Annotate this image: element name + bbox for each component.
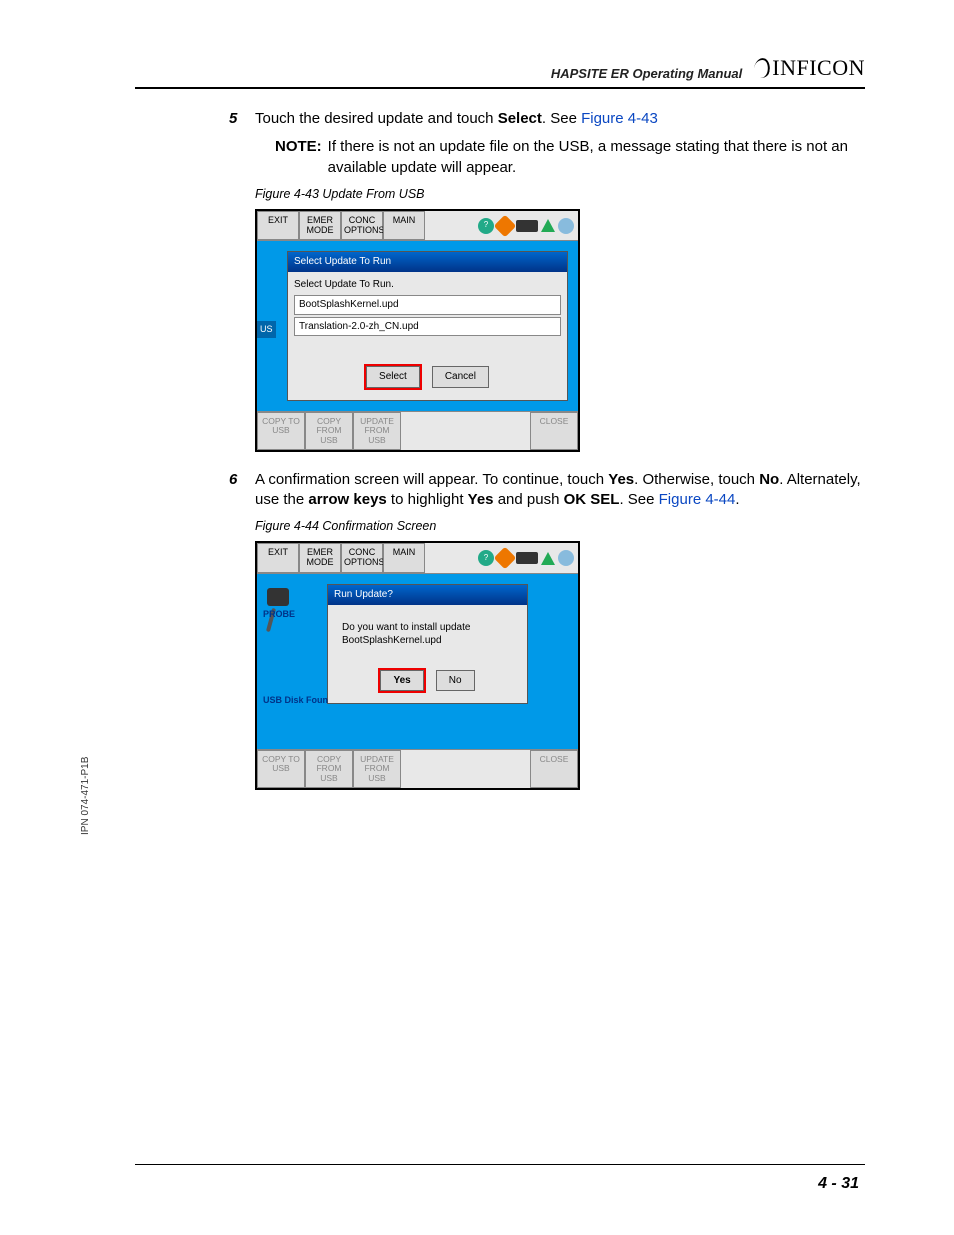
select-update-dialog: Select Update To Run Select Update To Ru… xyxy=(287,251,568,401)
exit-button[interactable]: EXIT xyxy=(257,211,299,241)
bottom-bar: COPY TO USB COPY FROM USB UPDATE FROM US… xyxy=(257,411,578,450)
note-block: NOTE: If there is not an update file on … xyxy=(275,137,865,178)
main-button[interactable]: MAIN xyxy=(383,211,425,241)
emer-mode-button[interactable]: EMER MODE xyxy=(299,543,341,573)
warning-icon xyxy=(541,219,555,232)
help-icon[interactable]: ? xyxy=(478,218,494,234)
brand-logo: INFICON xyxy=(754,55,865,81)
copy-to-usb-button[interactable]: COPY TO USB xyxy=(257,412,305,450)
select-button[interactable]: Select xyxy=(366,366,420,388)
probe-label: PROBE xyxy=(263,608,295,620)
copy-from-usb-button[interactable]: COPY FROM USB xyxy=(305,412,353,450)
main-button[interactable]: MAIN xyxy=(383,543,425,573)
step-6: 6 A confirmation screen will appear. To … xyxy=(255,470,865,511)
update-from-usb-button[interactable]: UPDATE FROM USB xyxy=(353,412,401,450)
file-item[interactable]: BootSplashKernel.upd xyxy=(294,295,561,315)
update-from-usb-button[interactable]: UPDATE FROM USB xyxy=(353,750,401,788)
status-icons: ? xyxy=(425,211,578,241)
battery-icon xyxy=(516,220,538,232)
top-bar: EXIT EMER MODE CONC OPTIONS MAIN ? xyxy=(257,543,578,574)
close-button[interactable]: CLOSE xyxy=(530,412,578,450)
manual-title: HAPSITE ER Operating Manual xyxy=(551,66,742,81)
side-tab[interactable]: US xyxy=(257,321,276,337)
info-icon[interactable] xyxy=(494,547,517,570)
dialog-title: Select Update To Run xyxy=(288,252,567,272)
yes-button[interactable]: Yes xyxy=(380,670,423,692)
step-5: 5 Touch the desired update and touch Sel… xyxy=(255,109,865,129)
bottom-bar: COPY TO USB COPY FROM USB UPDATE FROM US… xyxy=(257,749,578,788)
screenshot-4-43: EXIT EMER MODE CONC OPTIONS MAIN ? US Se… xyxy=(255,209,580,452)
figure-caption-4-44: Figure 4-44 Confirmation Screen xyxy=(255,518,865,535)
help-icon[interactable]: ? xyxy=(478,550,494,566)
cancel-button[interactable]: Cancel xyxy=(432,366,489,388)
dialog-message: Do you want to install update BootSplash… xyxy=(334,611,521,652)
step-text: A confirmation screen will appear. To co… xyxy=(255,471,861,508)
conc-options-button[interactable]: CONC OPTIONS xyxy=(341,543,383,573)
status-icons: ? xyxy=(425,543,578,573)
page-number: 4 - 31 xyxy=(818,1175,859,1193)
usb-disk-label: USB Disk Foun xyxy=(263,694,328,706)
figure-link-4-44[interactable]: Figure 4-44 xyxy=(659,491,736,508)
brand-text: INFICON xyxy=(772,55,865,81)
step-number: 5 xyxy=(229,109,237,129)
screen-body: US Select Update To Run Select Update To… xyxy=(257,241,578,411)
screen-body: PROBE USB Disk Foun Run Update? Do you w… xyxy=(257,574,578,749)
copy-from-usb-button[interactable]: COPY FROM USB xyxy=(305,750,353,788)
tank-icon xyxy=(558,218,574,234)
close-button[interactable]: CLOSE xyxy=(530,750,578,788)
probe-icon xyxy=(267,588,289,606)
run-update-dialog: Run Update? Do you want to install updat… xyxy=(327,584,528,704)
battery-icon xyxy=(516,552,538,564)
logo-mark-icon xyxy=(753,57,772,79)
copy-to-usb-button[interactable]: COPY TO USB xyxy=(257,750,305,788)
no-button[interactable]: No xyxy=(436,670,475,692)
step-text: Touch the desired update and touch Selec… xyxy=(255,110,658,127)
figure-link-4-43[interactable]: Figure 4-43 xyxy=(581,110,658,127)
tank-icon xyxy=(558,550,574,566)
figure-caption-4-43: Figure 4-43 Update From USB xyxy=(255,186,865,203)
warning-icon xyxy=(541,552,555,565)
footer-rule xyxy=(135,1164,865,1165)
conc-options-button[interactable]: CONC OPTIONS xyxy=(341,211,383,241)
note-label: NOTE: xyxy=(275,137,322,178)
info-icon[interactable] xyxy=(494,214,517,237)
top-bar: EXIT EMER MODE CONC OPTIONS MAIN ? xyxy=(257,211,578,242)
file-item[interactable]: Translation-2.0-zh_CN.upd xyxy=(294,317,561,337)
exit-button[interactable]: EXIT xyxy=(257,543,299,573)
step-number: 6 xyxy=(229,470,237,490)
emer-mode-button[interactable]: EMER MODE xyxy=(299,211,341,241)
ipn-label: IPN 074-471-P1B xyxy=(80,757,91,835)
page-header: HAPSITE ER Operating Manual INFICON xyxy=(135,55,865,89)
note-text: If there is not an update file on the US… xyxy=(328,137,865,178)
screenshot-4-44: EXIT EMER MODE CONC OPTIONS MAIN ? PROBE… xyxy=(255,541,580,790)
dialog-label: Select Update To Run. xyxy=(294,278,561,292)
dialog-title: Run Update? xyxy=(328,585,527,605)
